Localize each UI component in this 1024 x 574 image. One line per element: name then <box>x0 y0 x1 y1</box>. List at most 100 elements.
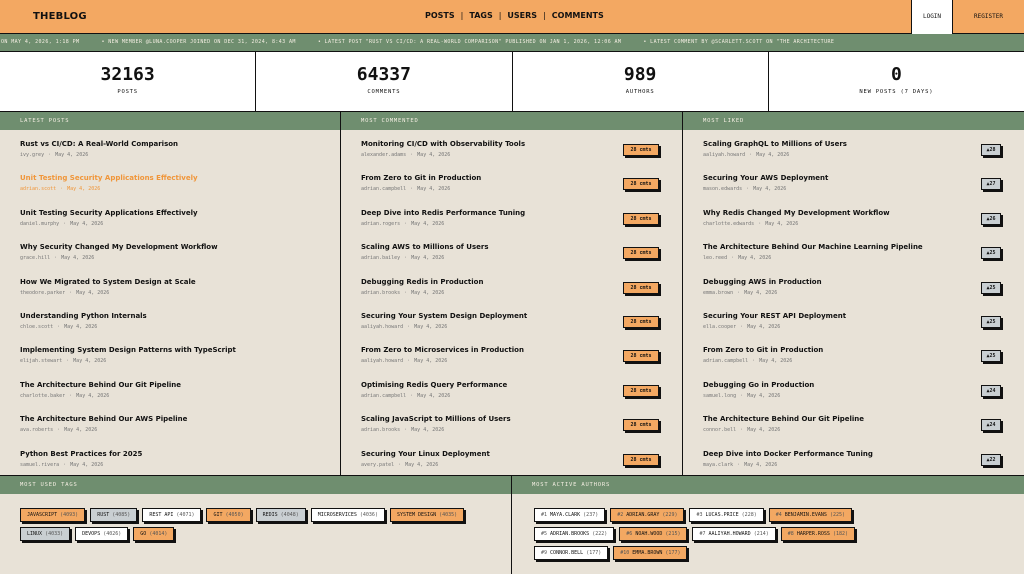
post-title[interactable]: Securing Your AWS Deployment <box>703 174 828 182</box>
post-row[interactable]: Scaling GraphQL to Millions of Users aali… <box>683 130 1024 164</box>
post-row[interactable]: Why Redis Changed My Development Workflo… <box>683 199 1024 233</box>
post-title[interactable]: Understanding Python Internals <box>20 312 147 320</box>
post-author[interactable]: aaliyah.howard <box>703 152 745 158</box>
author-chip[interactable]: #6 NOAH.WOOD (215) <box>619 527 688 541</box>
post-title[interactable]: Scaling AWS to Millions of Users <box>361 243 489 251</box>
post-row[interactable]: Debugging AWS in Production emma.brown · Ma… <box>683 268 1024 302</box>
post-title[interactable]: Python Best Practices for 2025 <box>20 450 142 458</box>
nav-comments[interactable]: COMMENTS <box>552 11 604 20</box>
post-row[interactable]: Securing Your Linux Deployment avery.pate… <box>341 440 682 474</box>
post-author[interactable]: daniel.murphy <box>20 221 59 227</box>
post-row[interactable]: The Architecture Behind Our Machine Lear… <box>683 233 1024 267</box>
post-title[interactable]: The Architecture Behind Our Git Pipeline <box>703 415 864 423</box>
post-author[interactable]: elijah.stewart <box>20 358 62 364</box>
post-author[interactable]: adrian.campbell <box>361 393 406 399</box>
post-author[interactable]: emma.brown <box>703 290 733 296</box>
post-row[interactable]: From Zero to Microservices in Production… <box>341 336 682 370</box>
post-author[interactable]: adrian.campbell <box>703 358 748 364</box>
post-row[interactable]: From Zero to Git in Production adrian.cam… <box>683 336 1024 370</box>
post-row[interactable]: From Zero to Git in Production adrian.cam… <box>341 164 682 198</box>
post-title[interactable]: From Zero to Git in Production <box>703 346 823 354</box>
post-author[interactable]: adrian.brooks <box>361 427 400 433</box>
post-title[interactable]: Monitoring CI/CD with Observability Tool… <box>361 140 525 148</box>
post-row[interactable]: Scaling AWS to Millions of Users adrian.b… <box>341 233 682 267</box>
post-author[interactable]: theodore.parker <box>20 290 65 296</box>
post-title[interactable]: Securing Your System Design Deployment <box>361 312 527 320</box>
post-row[interactable]: The Architecture Behind Our AWS Pipeline… <box>0 405 340 439</box>
post-row[interactable]: Debugging Go in Production samuel.long · Ma… <box>683 371 1024 405</box>
post-author[interactable]: connor.bell <box>703 427 736 433</box>
post-title[interactable]: Why Redis Changed My Development Workflo… <box>703 209 890 217</box>
post-author[interactable]: samuel.long <box>703 393 736 399</box>
post-row[interactable]: Securing Your REST API Deployment ella.co… <box>683 302 1024 336</box>
author-chip[interactable]: #7 AALIYAH.HOWARD (214) <box>692 527 776 541</box>
post-row[interactable]: Python Best Practices for 2025 samuel.riv… <box>0 440 340 474</box>
post-author[interactable]: adrian.campbell <box>361 186 406 192</box>
tag-chip[interactable]: JAVASCRIPT (4093) <box>20 508 86 522</box>
post-row[interactable]: Unit Testing Security Applications Effec… <box>0 199 340 233</box>
post-author[interactable]: alexander.adams <box>361 152 406 158</box>
post-title[interactable]: Scaling GraphQL to Millions of Users <box>703 140 847 148</box>
site-logo[interactable]: THEBLOG <box>33 11 87 22</box>
author-chip[interactable]: #4 BENJAMIN.EVANS (225) <box>768 508 853 522</box>
author-chip[interactable]: #1 MAYA.CLARK (237) <box>534 508 606 522</box>
post-title[interactable]: From Zero to Microservices in Production <box>361 346 524 354</box>
post-row[interactable]: Scaling JavaScript to Millions of Users a… <box>341 405 682 439</box>
post-author[interactable]: aaliyah.howard <box>361 358 403 364</box>
post-author[interactable]: chloe.scott <box>20 324 53 330</box>
author-chip[interactable]: #8 HARPER.ROSS (182) <box>780 527 856 541</box>
nav-users[interactable]: USERS <box>507 11 537 20</box>
post-title[interactable]: Debugging Redis in Production <box>361 278 483 286</box>
tag-chip[interactable]: GO (4014) <box>133 527 175 541</box>
post-row[interactable]: Monitoring CI/CD with Observability Tool… <box>341 130 682 164</box>
tag-chip[interactable]: GIT (4050) <box>206 508 251 522</box>
post-row[interactable]: Why Security Changed My Development Work… <box>0 233 340 267</box>
nav-tags[interactable]: TAGS <box>469 11 492 20</box>
post-title[interactable]: Rust vs CI/CD: A Real-World Comparison <box>20 140 178 148</box>
post-title[interactable]: Securing Your Linux Deployment <box>361 450 490 458</box>
post-row[interactable]: Understanding Python Internals chloe.scot… <box>0 302 340 336</box>
post-author[interactable]: ella.cooper <box>703 324 736 330</box>
post-title[interactable]: Why Security Changed My Development Work… <box>20 243 218 251</box>
post-author[interactable]: mason.edwards <box>703 186 742 192</box>
post-row[interactable]: Optimising Redis Query Performance adrian… <box>341 371 682 405</box>
tag-chip[interactable]: REDIS (4048) <box>255 508 306 522</box>
post-row[interactable]: The Architecture Behind Our Git Pipeline… <box>683 405 1024 439</box>
post-title[interactable]: Unit Testing Security Applications Effec… <box>20 209 198 217</box>
author-chip[interactable]: #5 ADRIAN.BROOKS (222) <box>534 527 615 541</box>
post-author[interactable]: ava.roberts <box>20 427 53 433</box>
author-chip[interactable]: #3 LUCAS.PRICE (228) <box>689 508 764 522</box>
post-title[interactable]: The Architecture Behind Our Git Pipeline <box>20 381 181 389</box>
tag-chip[interactable]: LINUX (4033) <box>20 527 71 541</box>
post-title[interactable]: Securing Your REST API Deployment <box>703 312 846 320</box>
post-author[interactable]: adrian.scott <box>20 186 56 192</box>
post-author[interactable]: avery.patel <box>361 462 394 468</box>
post-row[interactable]: Implementing System Design Patterns with… <box>0 336 340 370</box>
post-author[interactable]: charlotte.edwards <box>703 221 754 227</box>
author-chip[interactable]: #9 CONNOR.BELL (177) <box>534 546 609 560</box>
login-button[interactable]: LOGIN <box>911 0 953 34</box>
post-title[interactable]: Deep Dive into Redis Performance Tuning <box>361 209 525 217</box>
post-row[interactable]: Securing Your AWS Deployment mason.edward… <box>683 164 1024 198</box>
post-author[interactable]: samuel.rivera <box>20 462 59 468</box>
nav-posts[interactable]: POSTS <box>425 11 455 20</box>
post-row[interactable]: The Architecture Behind Our Git Pipeline… <box>0 371 340 405</box>
post-row[interactable]: Deep Dive into Redis Performance Tuning a… <box>341 199 682 233</box>
post-title[interactable]: Debugging AWS in Production <box>703 278 822 286</box>
post-title[interactable]: Scaling JavaScript to Millions of Users <box>361 415 511 423</box>
post-author[interactable]: grace.hill <box>20 255 50 261</box>
tag-chip[interactable]: SYSTEM DESIGN (4035) <box>389 508 465 522</box>
post-row[interactable]: Deep Dive into Docker Performance Tuning… <box>683 440 1024 474</box>
post-title[interactable]: Implementing System Design Patterns with… <box>20 346 236 354</box>
post-author[interactable]: aaliyah.howard <box>361 324 403 330</box>
post-title[interactable]: The Architecture Behind Our Machine Lear… <box>703 243 923 251</box>
register-button[interactable]: REGISTER <box>953 0 1024 34</box>
post-row[interactable]: Rust vs CI/CD: A Real-World Comparison iv… <box>0 130 340 164</box>
post-title[interactable]: Unit Testing Security Applications Effec… <box>20 174 198 182</box>
post-author[interactable]: adrian.rogers <box>361 221 400 227</box>
tag-chip[interactable]: MICROSERVICES (4036) <box>310 508 385 522</box>
post-title[interactable]: From Zero to Git in Production <box>361 174 481 182</box>
tag-chip[interactable]: RUST (4085) <box>90 508 138 522</box>
post-title[interactable]: Deep Dive into Docker Performance Tuning <box>703 450 873 458</box>
post-author[interactable]: adrian.brooks <box>361 290 400 296</box>
